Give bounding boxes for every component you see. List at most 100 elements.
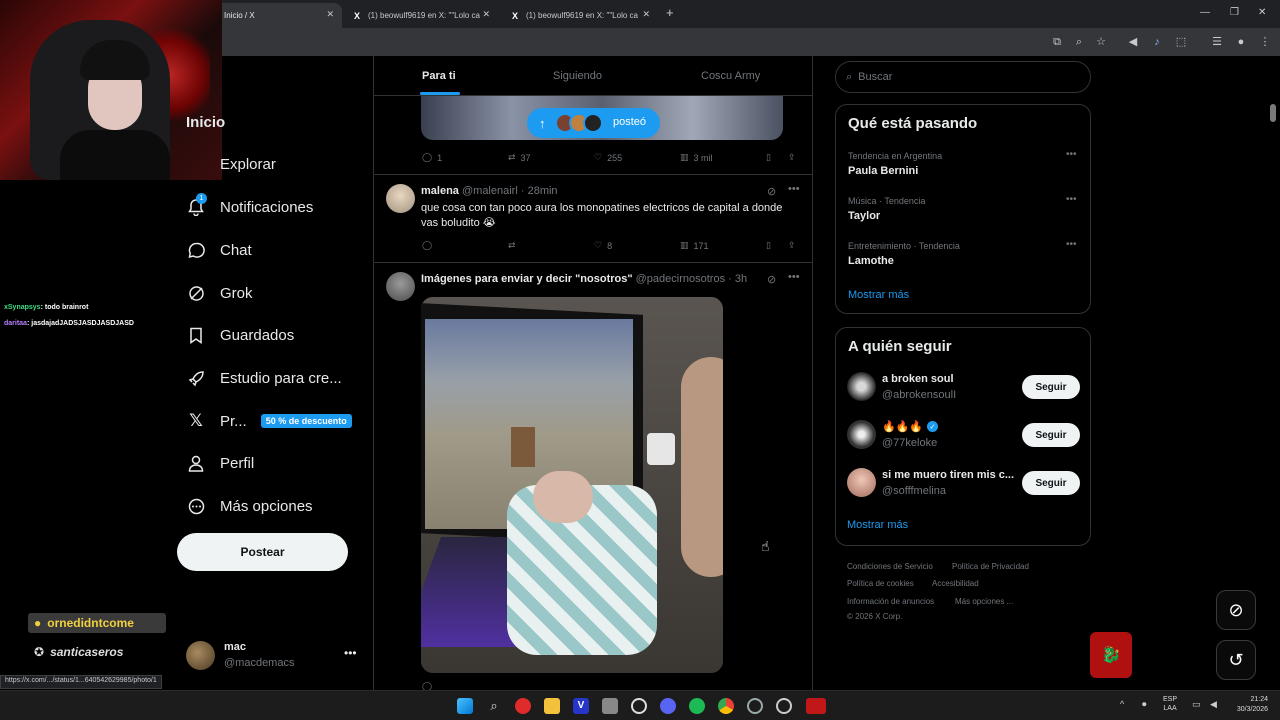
bookmark-button[interactable]: ▯ — [766, 240, 771, 251]
post-button[interactable]: Postear — [177, 533, 348, 571]
volume-icon[interactable]: ◀ — [1126, 35, 1140, 49]
show-more-link[interactable]: Mostrar más — [847, 519, 908, 531]
audio-icon[interactable]: ♪ — [1150, 35, 1164, 49]
vegas-icon[interactable]: V — [573, 698, 589, 714]
new-tab-icon[interactable]: + — [666, 5, 674, 20]
follow-name[interactable]: a broken soul — [882, 373, 954, 385]
star-icon[interactable]: ☆ — [1094, 35, 1108, 49]
app-icon[interactable] — [602, 698, 618, 714]
avatar[interactable] — [847, 468, 876, 497]
follow-button[interactable]: Seguir — [1022, 423, 1080, 447]
tab-coscu-army[interactable]: Coscu Army — [701, 70, 760, 82]
tweet-time[interactable]: 3h — [735, 273, 747, 285]
clock[interactable]: 21:24 30/3/2026 — [1228, 695, 1268, 715]
trend-item[interactable]: Tendencia en Argentina Paula Bernini ••• — [848, 149, 1078, 177]
tab-inicio[interactable]: Inicio / X ✕ — [210, 3, 342, 28]
like-button[interactable]: ♡ 8 — [594, 240, 612, 251]
search-icon[interactable]: ⌕ — [486, 698, 502, 714]
network-icon[interactable]: ▭ — [1192, 699, 1201, 710]
folder-icon[interactable] — [544, 698, 560, 714]
reply-button[interactable]: ◯ — [422, 240, 432, 251]
tweet-author-handle[interactable]: @malenairl — [462, 185, 518, 197]
show-more-link[interactable]: Mostrar más — [848, 289, 909, 301]
nav-item-grok[interactable]: Grok — [186, 277, 253, 309]
avatar[interactable] — [386, 272, 415, 301]
grok-icon[interactable]: ⊘ — [767, 273, 776, 286]
tweet[interactable]: Imágenes para enviar y decir "nosotros" … — [374, 262, 812, 690]
app-icon[interactable] — [806, 698, 826, 714]
tray-chevron-icon[interactable]: ^ — [1120, 699, 1124, 709]
language-indicator[interactable]: ESP LAA — [1163, 695, 1177, 713]
minimize-icon[interactable]: — — [1200, 7, 1210, 18]
follow-handle[interactable]: @abrokensoulI — [882, 389, 956, 401]
reply-button[interactable]: ◯ — [422, 681, 432, 690]
app-icon[interactable] — [747, 698, 763, 714]
app-icon[interactable] — [515, 698, 531, 714]
avatar[interactable] — [386, 184, 415, 213]
nav-item-notificaciones[interactable]: 1 Notificaciones — [186, 191, 313, 223]
start-icon[interactable] — [457, 698, 473, 714]
tweet-author-name[interactable]: malena — [421, 185, 459, 197]
nav-item-estudio[interactable]: Estudio para cre... — [186, 362, 342, 394]
spotify-icon[interactable] — [689, 698, 705, 714]
more-icon[interactable]: ••• — [1066, 149, 1077, 160]
follow-handle[interactable]: @sofffmelina — [882, 485, 946, 497]
close-icon[interactable]: ✕ — [482, 9, 490, 20]
grok-floating-icon[interactable]: ⊘ — [1216, 590, 1256, 630]
nav-item-perfil[interactable]: Perfil — [186, 447, 254, 479]
profile-icon[interactable]: ● — [1234, 35, 1248, 49]
search-input[interactable]: ⌕ Buscar — [835, 61, 1091, 93]
nav-item-mas-opciones[interactable]: Más opciones — [186, 490, 313, 522]
follow-handle[interactable]: @77keloke — [882, 437, 937, 449]
repost-button[interactable]: ⇄ 37 — [508, 152, 531, 163]
trend-item[interactable]: Entretenimiento · Tendencia Lamothe ••• — [848, 239, 1078, 267]
footer-link[interactable]: Información de anuncios — [847, 597, 934, 606]
app-icon[interactable] — [776, 698, 792, 714]
nav-item-chat[interactable]: Chat — [186, 234, 252, 266]
share-button[interactable]: ⇪ — [788, 152, 796, 163]
install-icon[interactable]: ⧉ — [1050, 35, 1064, 49]
discord-icon[interactable] — [660, 698, 676, 714]
bookmark-button[interactable]: ▯ — [766, 152, 771, 163]
reply-button[interactable]: ◯ 1 — [422, 152, 442, 163]
footer-link[interactable]: Más opciones ... — [955, 597, 1013, 606]
follow-button[interactable]: Seguir — [1022, 375, 1080, 399]
volume-icon[interactable]: ◀ — [1210, 699, 1217, 710]
avatar[interactable] — [847, 420, 876, 449]
mic-icon[interactable]: ⏺ — [1142, 699, 1147, 710]
account-switcher[interactable]: mac @macdemacs ••• — [186, 640, 360, 674]
follow-button[interactable]: Seguir — [1022, 471, 1080, 495]
close-icon[interactable]: ✕ — [326, 9, 334, 20]
menu-icon[interactable]: ⋮ — [1258, 35, 1272, 49]
scrollbar-thumb[interactable] — [1270, 104, 1276, 122]
nav-item-premium[interactable]: 𝕏 Pr... 50 % de descuento — [186, 405, 352, 437]
nav-item-explorar[interactable]: Explorar — [220, 148, 276, 180]
obs-icon[interactable] — [631, 698, 647, 714]
follow-name[interactable]: si me muero tiren mis c... — [882, 469, 1014, 481]
trend-item[interactable]: Música · Tendencia Taylor ••• — [848, 194, 1078, 222]
footer-link[interactable]: Política de cookies — [847, 579, 914, 588]
avatar[interactable] — [847, 372, 876, 401]
nav-item-guardados[interactable]: Guardados — [186, 319, 294, 351]
share-button[interactable]: ⇪ — [788, 240, 796, 251]
more-icon[interactable]: ••• — [1066, 239, 1077, 250]
tab-beowulf-1[interactable]: X (1) beowulf9619 en X: ""Lolo ca ✕ — [344, 3, 498, 28]
tweet-author-handle[interactable]: @padecirnosotros — [636, 273, 725, 285]
footer-link[interactable]: Condiciones de Servicio — [847, 562, 933, 571]
chrome-icon[interactable] — [718, 698, 734, 714]
tweet-author-name[interactable]: Imágenes para enviar y decir "nosotros" — [421, 273, 633, 285]
maximize-icon[interactable]: ❐ — [1230, 7, 1239, 18]
more-icon[interactable]: ••• — [344, 646, 357, 660]
new-posts-pill[interactable]: ↑ posteó — [527, 108, 660, 138]
footer-link[interactable]: Política de Privacidad — [952, 562, 1029, 571]
zoom-icon[interactable]: ⌕ — [1072, 35, 1086, 49]
footer-link[interactable]: Accesibilidad — [932, 579, 979, 588]
messages-floating-icon[interactable]: ↺ — [1216, 640, 1256, 680]
more-icon[interactable]: ••• — [788, 183, 800, 195]
more-icon[interactable]: ••• — [1066, 194, 1077, 205]
repost-button[interactable]: ⇄ — [508, 240, 516, 251]
views-button[interactable]: ▥ 171 — [680, 240, 709, 251]
extensions-icon[interactable]: ⬚ — [1174, 35, 1188, 49]
like-button[interactable]: ♡ 255 — [594, 152, 622, 163]
nav-item-inicio[interactable]: Inicio — [186, 106, 225, 138]
